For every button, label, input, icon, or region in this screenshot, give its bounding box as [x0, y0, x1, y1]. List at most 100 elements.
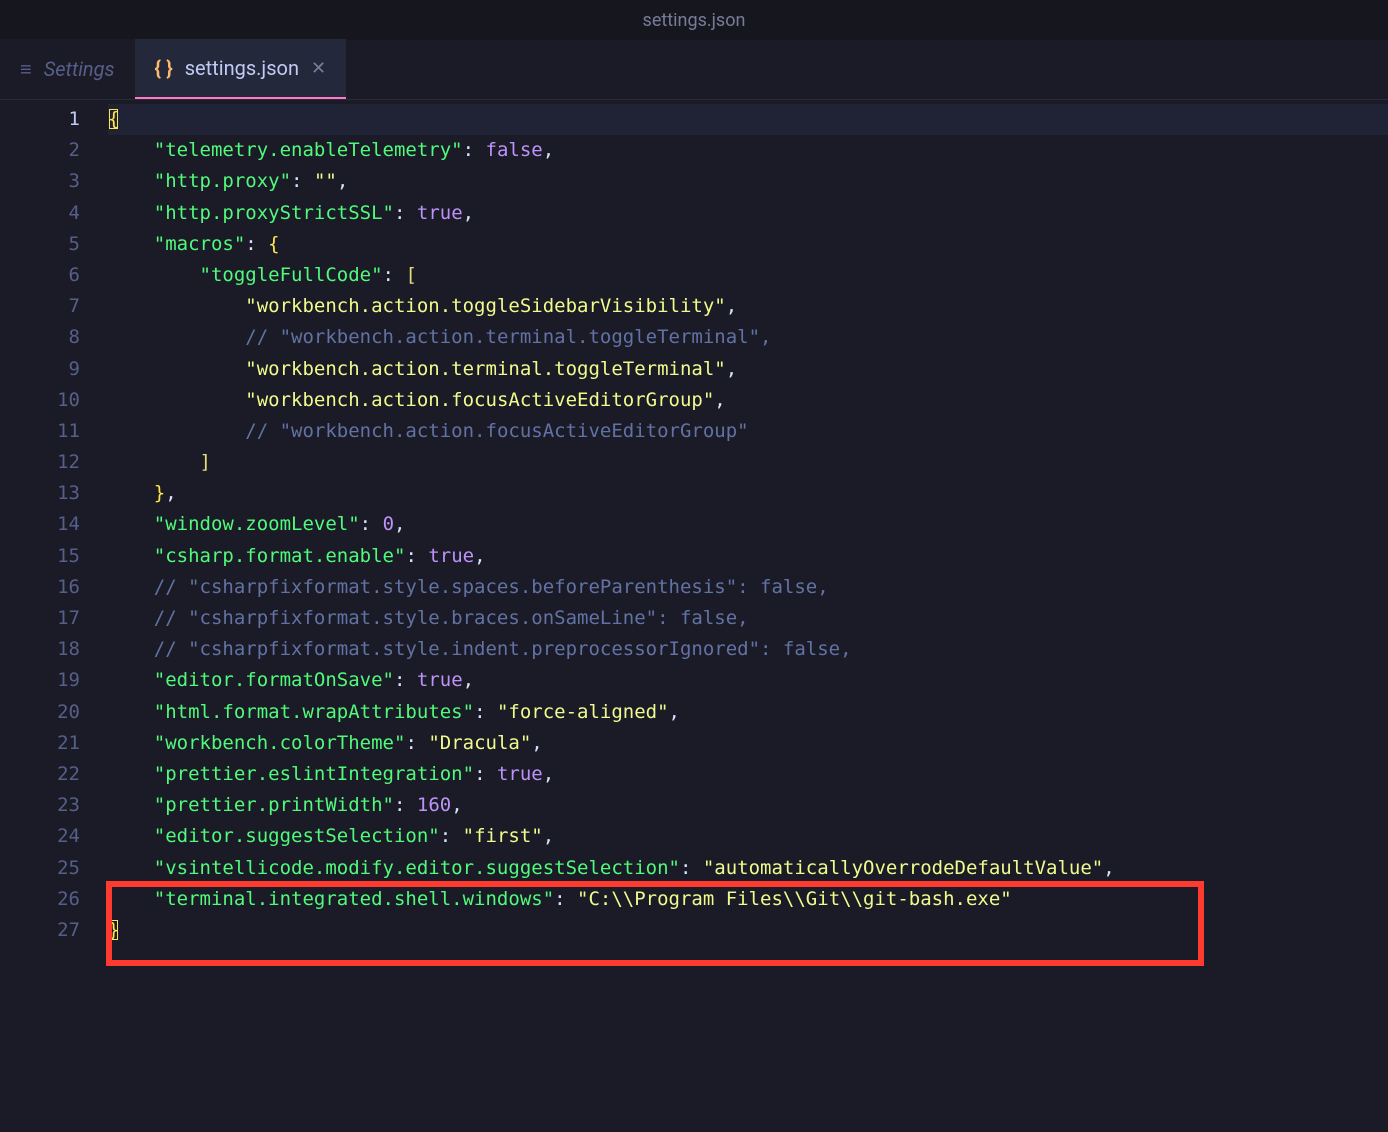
code-token: "automaticallyOverrodeDefaultValue" [703, 857, 1103, 879]
code-token: : [554, 888, 577, 910]
code-line[interactable]: "prettier.printWidth": 160, [108, 790, 1388, 821]
code-line[interactable]: "csharp.format.enable": true, [108, 541, 1388, 572]
code-token: { [108, 108, 119, 130]
code-line[interactable]: "html.format.wrapAttributes": "force-ali… [108, 697, 1388, 728]
code-token: , [726, 295, 737, 317]
code-token: : [245, 233, 268, 255]
line-number: 12 [0, 447, 108, 478]
code-token: // "csharpfixformat.style.braces.onSameL… [154, 607, 749, 629]
code-line[interactable]: "workbench.colorTheme": "Dracula", [108, 728, 1388, 759]
tab-label: settings.json [185, 56, 299, 80]
code-token: , [337, 170, 348, 192]
code-token: "first" [463, 825, 543, 847]
code-token: , [394, 513, 405, 535]
code-token: , [543, 139, 554, 161]
settings-list-icon: ≡ [20, 57, 32, 82]
code-line[interactable]: "http.proxyStrictSSL": true, [108, 198, 1388, 229]
code-token: "Dracula" [428, 732, 531, 754]
line-number: 17 [0, 603, 108, 634]
code-token: : [474, 701, 497, 723]
code-line[interactable]: "toggleFullCode": [ [108, 260, 1388, 291]
line-number: 11 [0, 416, 108, 447]
code-token: : [394, 669, 417, 691]
code-token: : [405, 545, 428, 567]
code-line[interactable]: "workbench.action.focusActiveEditorGroup… [108, 385, 1388, 416]
tab-settings-json[interactable]: { } settings.json ✕ [135, 39, 347, 99]
code-token: "http.proxy" [154, 170, 291, 192]
code-token: "" [314, 170, 337, 192]
line-number: 15 [0, 541, 108, 572]
line-number: 26 [0, 884, 108, 915]
code-token: true [497, 763, 543, 785]
code-token: , [669, 701, 680, 723]
code-token: : [394, 794, 417, 816]
window-title: settings.json [643, 10, 746, 31]
code-token: "editor.formatOnSave" [154, 669, 394, 691]
line-number: 24 [0, 821, 108, 852]
code-token: false [486, 139, 543, 161]
line-number: 10 [0, 385, 108, 416]
code-line[interactable]: ] [108, 447, 1388, 478]
line-number: 9 [0, 354, 108, 385]
code-line[interactable]: }, [108, 478, 1388, 509]
code-token: : [360, 513, 383, 535]
code-line[interactable]: "vsintellicode.modify.editor.suggestSele… [108, 853, 1388, 884]
code-token: } [154, 482, 165, 504]
code-token: "http.proxyStrictSSL" [154, 202, 394, 224]
code-token: : [680, 857, 703, 879]
code-line[interactable]: // "csharpfixformat.style.braces.onSameL… [108, 603, 1388, 634]
code-token: [ [405, 264, 416, 286]
code-token: "workbench.action.terminal.toggleTermina… [245, 358, 725, 380]
code-token: true [417, 202, 463, 224]
code-line[interactable]: } [108, 915, 1388, 946]
line-number: 3 [0, 166, 108, 197]
code-token: // "csharpfixformat.style.spaces.beforeP… [154, 576, 829, 598]
tab-settings[interactable]: ≡ Settings [0, 39, 135, 99]
line-number: 5 [0, 229, 108, 260]
code-token: } [108, 919, 119, 941]
code-line[interactable]: "workbench.action.terminal.toggleTermina… [108, 354, 1388, 385]
line-number: 22 [0, 759, 108, 790]
code-line[interactable]: // "workbench.action.terminal.toggleTerm… [108, 322, 1388, 353]
code-token: { [268, 233, 279, 255]
tab-label: Settings [44, 57, 115, 81]
code-line[interactable]: "editor.suggestSelection": "first", [108, 821, 1388, 852]
code-token: , [463, 202, 474, 224]
line-number: 13 [0, 478, 108, 509]
code-token: "toggleFullCode" [200, 264, 383, 286]
code-token: "terminal.integrated.shell.windows" [154, 888, 554, 910]
code-token: true [428, 545, 474, 567]
code-line[interactable]: "window.zoomLevel": 0, [108, 509, 1388, 540]
code-line[interactable]: "editor.formatOnSave": true, [108, 665, 1388, 696]
code-editor[interactable]: 1234567891011121314151617181920212223242… [0, 100, 1388, 1132]
code-line[interactable]: // "csharpfixformat.style.indent.preproc… [108, 634, 1388, 665]
code-line[interactable]: "workbench.action.toggleSidebarVisibilit… [108, 291, 1388, 322]
window-titlebar: settings.json [0, 0, 1388, 40]
code-token: "editor.suggestSelection" [154, 825, 440, 847]
code-token: // "workbench.action.focusActiveEditorGr… [245, 420, 748, 442]
code-token: : [291, 170, 314, 192]
code-line[interactable]: "http.proxy": "", [108, 166, 1388, 197]
code-line[interactable]: "macros": { [108, 229, 1388, 260]
code-token: , [451, 794, 462, 816]
code-token: 160 [417, 794, 451, 816]
code-line[interactable]: "prettier.eslintIntegration": true, [108, 759, 1388, 790]
code-token: "workbench.colorTheme" [154, 732, 406, 754]
code-token: , [543, 763, 554, 785]
code-token: , [474, 545, 485, 567]
code-token: "html.format.wrapAttributes" [154, 701, 474, 723]
code-token: , [531, 732, 542, 754]
code-line[interactable]: "telemetry.enableTelemetry": false, [108, 135, 1388, 166]
code-token: "telemetry.enableTelemetry" [154, 139, 463, 161]
code-content[interactable]: { "telemetry.enableTelemetry": false, "h… [108, 100, 1388, 1132]
close-icon[interactable]: ✕ [311, 58, 326, 79]
line-number: 7 [0, 291, 108, 322]
code-token: , [165, 482, 176, 504]
code-line[interactable]: // "csharpfixformat.style.spaces.beforeP… [108, 572, 1388, 603]
code-token: : [474, 763, 497, 785]
code-token: , [1103, 857, 1114, 879]
line-number: 16 [0, 572, 108, 603]
code-line[interactable]: "terminal.integrated.shell.windows": "C:… [108, 884, 1388, 915]
code-line[interactable]: // "workbench.action.focusActiveEditorGr… [108, 416, 1388, 447]
code-line[interactable]: { [108, 104, 1388, 135]
